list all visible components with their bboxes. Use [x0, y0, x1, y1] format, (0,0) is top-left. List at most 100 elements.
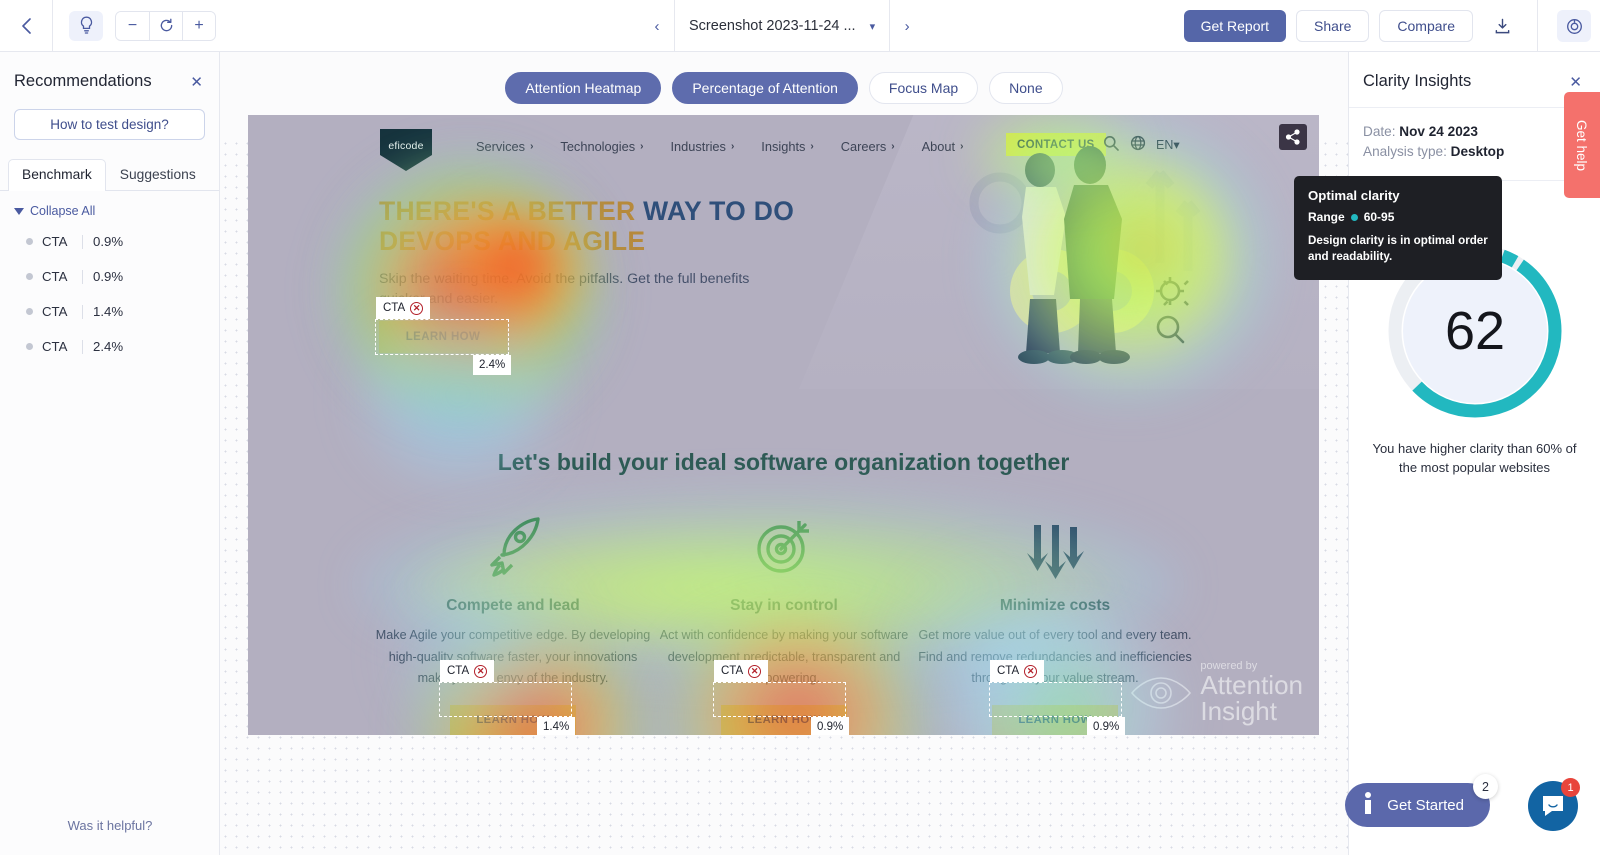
how-to-test-design-button[interactable]: How to test design?: [14, 109, 205, 140]
download-icon[interactable]: [1483, 9, 1521, 43]
get-help-button[interactable]: Get help: [1564, 92, 1600, 198]
list-item-label: CTA: [42, 234, 68, 249]
mode-percentage-of-attention[interactable]: Percentage of Attention: [672, 72, 858, 104]
nav-item-services[interactable]: Services ›: [476, 139, 533, 154]
nav-item-technologies[interactable]: Technologies ›: [560, 139, 643, 154]
nav-label: Insights: [761, 139, 806, 154]
divider: [82, 339, 83, 354]
nav-label: Industries: [670, 139, 726, 154]
section-title: Let's build your ideal software organiza…: [497, 449, 1070, 475]
rocket-icon: [368, 509, 658, 583]
watermark-line1: Attention: [1200, 669, 1303, 700]
zoom-out-button[interactable]: −: [116, 11, 149, 40]
prev-screenshot-button[interactable]: ‹: [640, 0, 674, 52]
website-nav: Services › Technologies › Industries › Insi…: [476, 139, 963, 154]
document-title-dropdown[interactable]: Screenshot 2023-11-24 ... ▾: [674, 0, 891, 52]
clarity-insights-panel: Clarity Insights ✕ Date: Nov 24 2023 Ana…: [1348, 52, 1600, 855]
list-item[interactable]: CTA 2.4%: [0, 329, 219, 364]
cta-percentage: 0.9%: [1087, 717, 1126, 735]
cta-marker-label: CTA: [447, 665, 470, 677]
get-report-button[interactable]: Get Report: [1183, 10, 1287, 42]
reset-rotate-icon[interactable]: [149, 11, 182, 40]
cta-marker-tag[interactable]: CTA ✕: [990, 660, 1045, 682]
cta-marker-label: CTA: [997, 665, 1020, 677]
hero-subtitle: Skip the waiting time. Avoid the pitfall…: [379, 271, 750, 308]
mode-focus-map[interactable]: Focus Map: [868, 72, 979, 104]
recommendations-tabs: Benchmark Suggestions: [0, 159, 219, 191]
close-icon[interactable]: ✕: [748, 664, 762, 678]
target-button[interactable]: [1548, 0, 1600, 52]
hero-illustration: [938, 131, 1268, 381]
back-button[interactable]: [0, 0, 53, 52]
get-started-badge: 2: [1473, 774, 1498, 799]
down-arrows-icon: [910, 509, 1200, 583]
bullet-icon: [26, 238, 33, 245]
nav-item-insights[interactable]: Insights ›: [761, 139, 813, 154]
cta-marker-tag[interactable]: CTA ✕: [376, 297, 431, 319]
triangle-down-icon: [14, 207, 24, 215]
list-item[interactable]: CTA 0.9%: [0, 224, 219, 259]
analysis-type-label: Analysis type:: [1363, 144, 1447, 159]
collapse-all-label: Collapse All: [30, 204, 96, 218]
cta-marker-label: CTA: [383, 302, 406, 314]
list-item-value: 0.9%: [93, 234, 124, 249]
collapse-all-button[interactable]: Collapse All: [0, 191, 219, 218]
cta-percentage: 1.4%: [537, 717, 576, 735]
hero-headline-part2: WAY TO DO: [643, 196, 795, 226]
cta-marker-label: CTA: [721, 665, 744, 677]
analysis-metadata: Date: Nov 24 2023 Analysis type: Desktop: [1349, 108, 1600, 181]
hero-headline-part3: DEVOPS AND AGILE: [379, 225, 646, 256]
tab-benchmark[interactable]: Benchmark: [8, 159, 106, 191]
cta-marker-tag[interactable]: CTA ✕: [714, 660, 769, 682]
list-item[interactable]: CTA 0.9%: [0, 259, 219, 294]
list-item-label: CTA: [42, 339, 68, 354]
lightbulb-icon[interactable]: [69, 10, 103, 41]
chevron-right-icon: ›: [810, 141, 814, 152]
was-it-helpful-link[interactable]: Was it helpful?: [0, 818, 220, 833]
close-icon[interactable]: ✕: [190, 73, 203, 91]
list-item[interactable]: CTA 1.4%: [0, 294, 219, 329]
compare-button[interactable]: Compare: [1379, 10, 1473, 42]
cta-highlight-box: [439, 682, 572, 717]
visualization-mode-bar: Attention Heatmap Percentage of Attentio…: [220, 52, 1348, 104]
eficode-logo[interactable]: eficode: [380, 129, 432, 171]
toolbar-divider: [1537, 0, 1538, 52]
main-canvas: Attention Heatmap Percentage of Attentio…: [220, 52, 1348, 855]
tab-suggestions[interactable]: Suggestions: [106, 159, 210, 190]
list-item-value: 1.4%: [93, 304, 124, 319]
chevron-right-icon: ›: [640, 141, 644, 152]
list-item-label: CTA: [42, 269, 68, 284]
nav-item-industries[interactable]: Industries ›: [670, 139, 734, 154]
hero-headline: THERE'S A BETTER WAY TO DO DEVOPS AND AG…: [379, 196, 819, 257]
zoom-in-button[interactable]: +: [182, 11, 215, 40]
close-icon[interactable]: ✕: [410, 301, 424, 315]
bullet-icon: [26, 343, 33, 350]
tooltip-range-value: 60-95: [1363, 210, 1395, 224]
get-started-button[interactable]: Get Started 2: [1345, 774, 1498, 827]
close-icon[interactable]: ✕: [474, 664, 488, 678]
nav-label: Careers: [840, 139, 887, 154]
cta-marker-tag[interactable]: CTA ✕: [440, 660, 495, 682]
next-screenshot-button[interactable]: ›: [890, 0, 924, 52]
close-icon[interactable]: ✕: [1024, 664, 1038, 678]
analysis-type-row: Analysis type: Desktop: [1363, 144, 1586, 159]
share-button[interactable]: Share: [1296, 10, 1370, 42]
tooltip-body: Design clarity is in optimal order and r…: [1308, 234, 1488, 264]
nav-label: Services: [476, 139, 526, 154]
chat-bubble-icon[interactable]: 1: [1528, 778, 1580, 831]
divider: [82, 269, 83, 284]
mode-attention-heatmap[interactable]: Attention Heatmap: [505, 72, 662, 104]
nav-item-careers[interactable]: Careers ›: [841, 139, 895, 154]
screenshot-canvas[interactable]: eficode Services › Technologies › Industri…: [248, 115, 1319, 735]
close-icon[interactable]: ✕: [1569, 73, 1582, 91]
range-dot-icon: [1350, 213, 1358, 221]
target-dart-icon: [639, 509, 929, 583]
mode-none[interactable]: None: [989, 72, 1063, 104]
analysis-type-value: Desktop: [1450, 144, 1505, 159]
zoom-controls: − +: [115, 10, 216, 41]
node-graph-icon[interactable]: [1279, 124, 1307, 150]
date-row: Date: Nov 24 2023: [1363, 124, 1586, 139]
recommendations-title: Recommendations: [14, 72, 152, 90]
get-started-label: Get Started: [1387, 796, 1464, 814]
hero-headline-part1: THERE'S A BETTER: [379, 196, 644, 226]
